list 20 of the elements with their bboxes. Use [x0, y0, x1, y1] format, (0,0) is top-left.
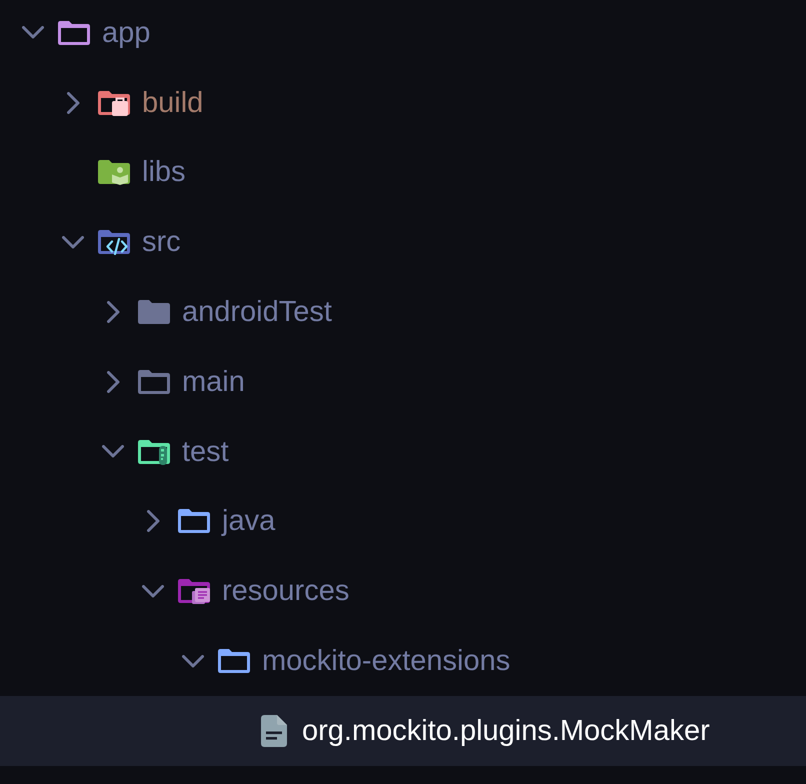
- tree-item[interactable]: main: [0, 346, 806, 417]
- tree-item[interactable]: build: [0, 68, 806, 138]
- chevron-down-icon[interactable]: [22, 26, 44, 40]
- chevron-right-icon[interactable]: [106, 301, 120, 324]
- chevron-down-icon[interactable]: [182, 654, 204, 668]
- tree-item[interactable]: java: [0, 486, 806, 556]
- chevron-down-icon[interactable]: [142, 584, 164, 598]
- chevron-right-icon[interactable]: [106, 370, 120, 393]
- chevron-right-icon[interactable]: [66, 92, 80, 114]
- tree-item[interactable]: org.mockito.plugins.MockMaker: [0, 696, 806, 766]
- chevron-down-icon[interactable]: [62, 236, 84, 249]
- tree-item[interactable]: mockito-extensions: [0, 626, 806, 696]
- tree-item[interactable]: libs: [0, 138, 806, 208]
- tree-item[interactable]: androidTest: [0, 277, 806, 347]
- tree-item[interactable]: src: [0, 207, 806, 278]
- chevron-down-icon[interactable]: [102, 445, 124, 458]
- chevron-right-icon[interactable]: [146, 510, 160, 532]
- tree-item[interactable]: app: [0, 0, 806, 68]
- tree-item[interactable]: resources: [0, 556, 806, 626]
- tree-item[interactable]: test: [0, 416, 806, 487]
